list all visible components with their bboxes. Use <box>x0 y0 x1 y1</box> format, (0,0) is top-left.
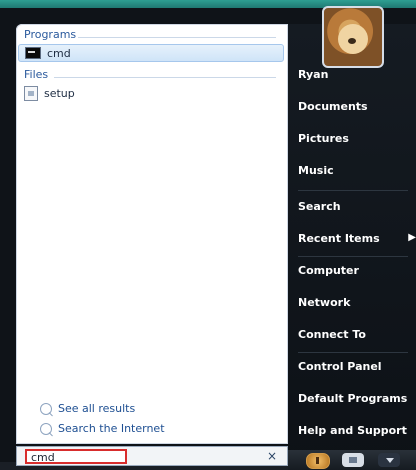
power-button[interactable] <box>306 453 330 469</box>
user-name-link[interactable]: Ryan <box>298 68 328 81</box>
result-item-setup[interactable]: setup <box>18 84 284 102</box>
help-and-support-link[interactable]: Help and Support <box>298 424 407 437</box>
see-all-results-link[interactable]: See all results <box>40 402 135 415</box>
connect-to-link[interactable]: Connect To <box>298 328 366 341</box>
documents-link[interactable]: Documents <box>298 100 368 113</box>
right-separator <box>298 352 408 353</box>
result-item-label: setup <box>44 86 75 100</box>
recent-items-link[interactable]: Recent Items <box>298 232 380 245</box>
right-links-pane: Ryan Documents Pictures Music Search Rec… <box>288 6 416 470</box>
see-all-results-label: See all results <box>58 402 136 415</box>
result-item-cmd[interactable]: cmd <box>18 44 284 62</box>
shutdown-options-button[interactable] <box>378 453 400 467</box>
user-avatar[interactable] <box>322 6 384 68</box>
files-section-divider <box>54 77 276 78</box>
programs-section-header: Programs <box>24 28 77 41</box>
cmd-icon <box>25 47 41 59</box>
pictures-link[interactable]: Pictures <box>298 132 349 145</box>
recent-items-label: Recent Items <box>298 232 380 245</box>
files-section-header: Files <box>24 68 49 81</box>
search-internet-label: Search the Internet <box>58 422 165 435</box>
result-item-label: cmd <box>47 46 71 60</box>
search-link[interactable]: Search <box>298 200 341 213</box>
power-controls <box>288 450 416 470</box>
music-link[interactable]: Music <box>298 164 334 177</box>
search-icon <box>40 402 52 415</box>
default-programs-link[interactable]: Default Programs <box>298 392 407 405</box>
clear-search-button[interactable]: × <box>267 449 277 463</box>
start-menu: Programs cmd Files setup See all results… <box>0 6 416 470</box>
programs-section-divider <box>78 37 276 38</box>
lock-button[interactable] <box>342 453 364 467</box>
right-separator <box>298 256 408 257</box>
search-results-pane: Programs cmd Files setup See all results… <box>16 24 288 444</box>
right-separator <box>298 190 408 191</box>
control-panel-link[interactable]: Control Panel <box>298 360 382 373</box>
file-icon <box>24 85 38 101</box>
search-icon <box>40 422 52 435</box>
computer-link[interactable]: Computer <box>298 264 359 277</box>
start-search-bar: cmd × <box>16 446 288 466</box>
recent-items-arrow-icon: ▶ <box>408 232 416 243</box>
network-link[interactable]: Network <box>298 296 350 309</box>
search-internet-link[interactable]: Search the Internet <box>40 422 165 435</box>
